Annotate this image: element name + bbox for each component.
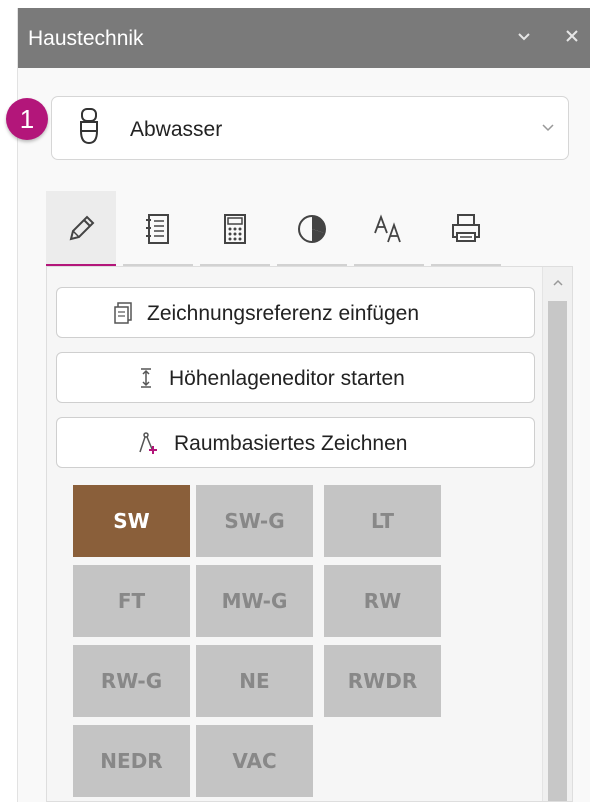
system-tile[interactable]: SW-G (196, 485, 313, 557)
category-dropdown[interactable]: Abwasser (51, 96, 569, 160)
system-tile[interactable]: VAC (196, 725, 313, 797)
tab-text[interactable] (354, 191, 424, 267)
system-tile[interactable]: LT (324, 485, 441, 557)
height-level-icon (141, 368, 151, 388)
insert-reference-label: Zeichnungsreferenz einfügen (147, 302, 420, 325)
system-tile[interactable]: RWDR (324, 645, 441, 717)
system-tile[interactable]: RW (324, 565, 441, 637)
height-editor-button[interactable]: Höhenlageneditor starten (56, 352, 535, 403)
panel-titlebar: Haustechnik (18, 8, 590, 68)
tab-calculate[interactable] (200, 191, 270, 267)
scroll-up-icon[interactable] (552, 279, 564, 287)
haustechnik-panel: Haustechnik Abwasser Zeichnungsreferenz … (17, 8, 590, 802)
category-value: Abwasser (130, 118, 223, 141)
toilet-icon (80, 108, 98, 145)
calculator-icon (224, 214, 246, 244)
tab-draw[interactable] (46, 191, 116, 267)
system-tile[interactable]: RW-G (73, 645, 190, 717)
chevron-down-icon (542, 124, 554, 132)
tab-chart[interactable] (277, 191, 347, 267)
step-badge: 1 (6, 98, 48, 140)
compass-icon (139, 432, 157, 454)
tool-tabs (46, 191, 501, 267)
height-editor-label: Höhenlageneditor starten (169, 367, 405, 390)
insert-reference-button[interactable]: Zeichnungsreferenz einfügen (56, 287, 535, 338)
panel-title: Haustechnik (28, 27, 144, 50)
system-tile[interactable]: MW-G (196, 565, 313, 637)
text-style-icon (374, 214, 401, 243)
system-tile[interactable]: NE (196, 645, 313, 717)
list-icon (146, 214, 169, 244)
printer-icon (452, 214, 480, 242)
system-tile[interactable]: NEDR (73, 725, 190, 797)
system-tile[interactable]: FT (73, 565, 190, 637)
vertical-scrollbar[interactable] (542, 267, 572, 801)
chevron-down-icon[interactable] (512, 24, 536, 48)
tab-print[interactable] (431, 191, 501, 267)
draw-tab-content: Zeichnungsreferenz einfügen Höhenlagened… (46, 266, 573, 802)
room-drawing-label: Raumbasiertes Zeichnen (174, 432, 408, 455)
close-icon[interactable] (560, 24, 584, 48)
tab-list[interactable] (123, 191, 193, 267)
room-drawing-button[interactable]: Raumbasiertes Zeichnen (56, 417, 535, 468)
pencil-icon (69, 215, 95, 241)
pie-chart-icon (298, 215, 326, 243)
system-tile[interactable]: SW (73, 485, 190, 557)
document-reference-icon (114, 302, 132, 324)
scrollbar-thumb[interactable] (548, 301, 567, 801)
